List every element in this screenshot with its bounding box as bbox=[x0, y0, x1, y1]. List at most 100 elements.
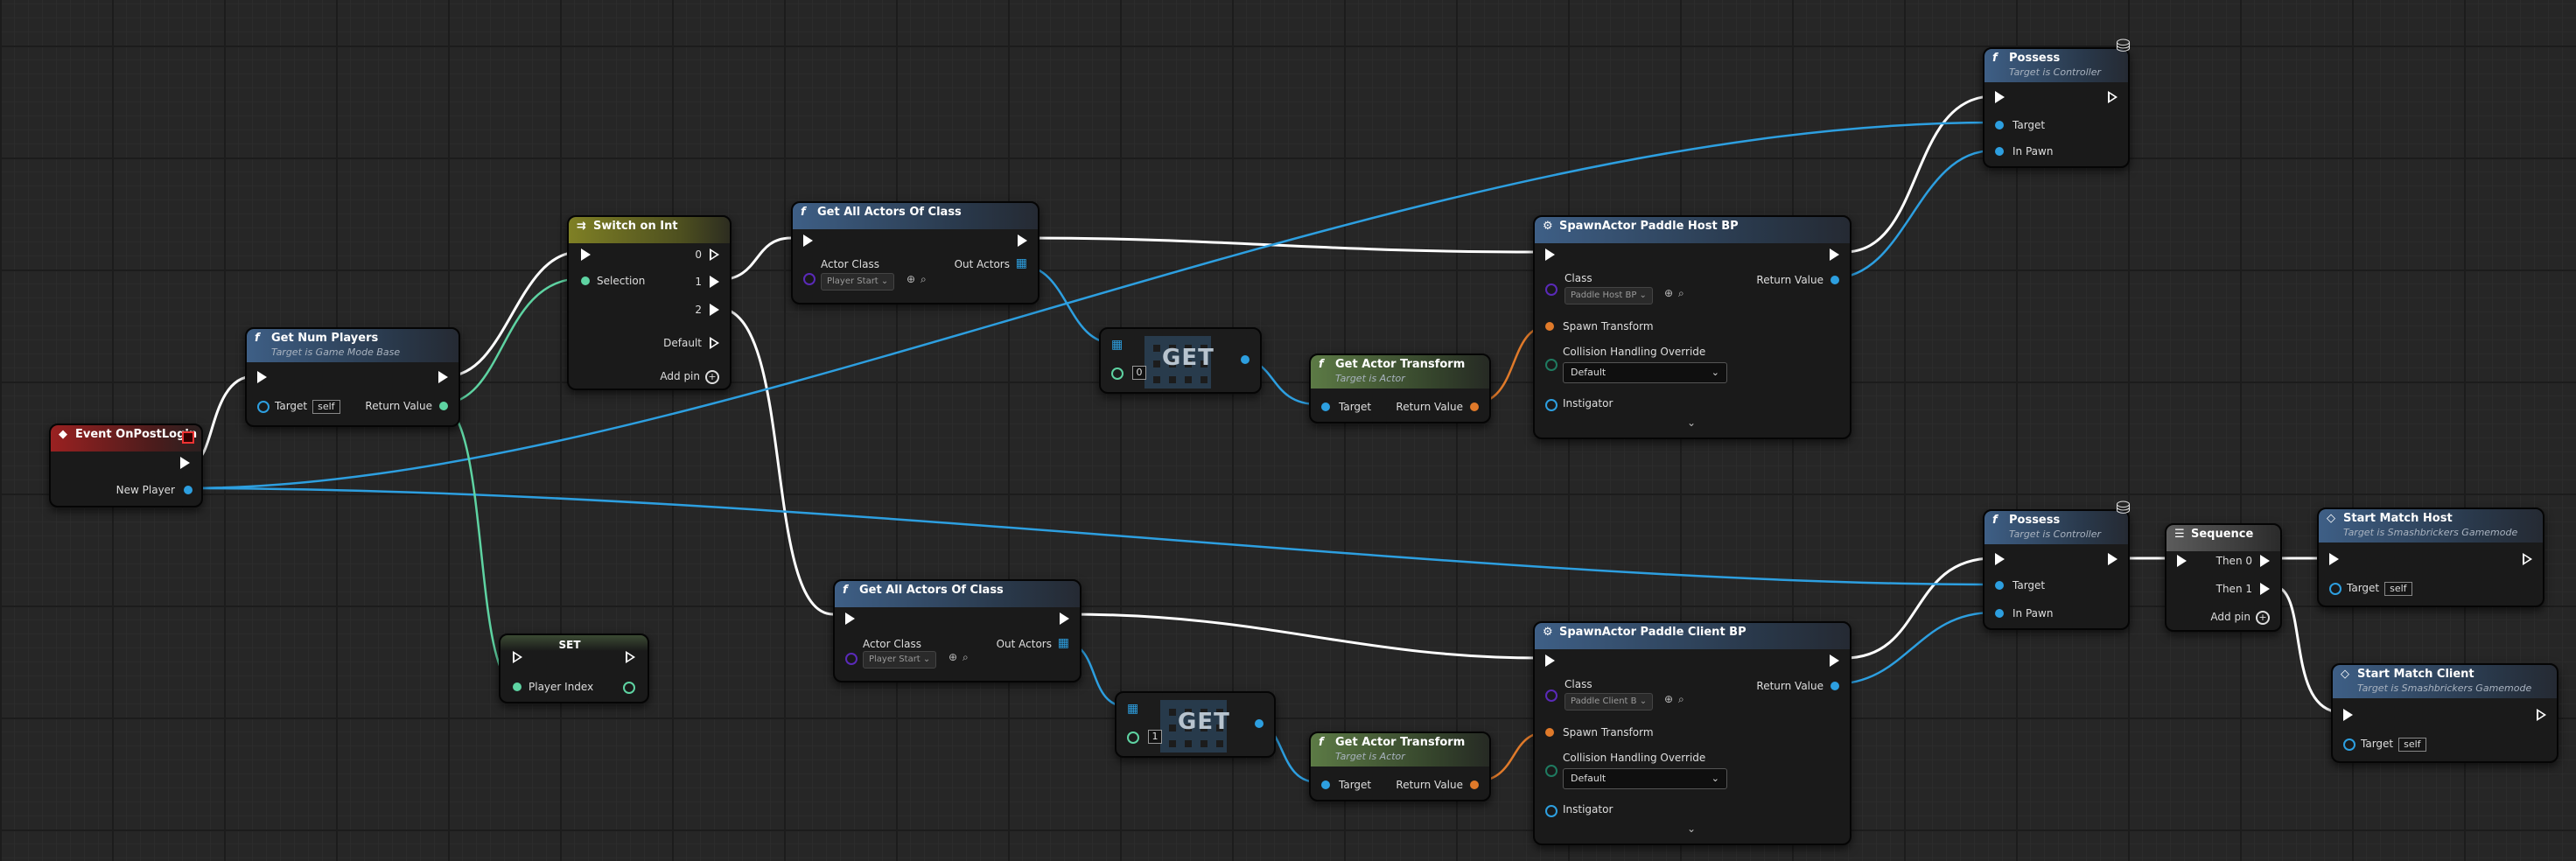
self-box[interactable]: self bbox=[312, 400, 340, 414]
array-pin-icon[interactable]: ▦ bbox=[1127, 702, 1138, 716]
get-actor-transform-node-2[interactable]: f Get Actor Transform Target is Actor Ta… bbox=[1309, 732, 1491, 802]
exec-out-pin[interactable] bbox=[180, 457, 190, 469]
actor-class-pin[interactable] bbox=[803, 273, 816, 285]
node-header[interactable]: ◆ Event OnPostLogin bbox=[51, 425, 201, 452]
node-header[interactable]: f Get All Actors Of Class bbox=[835, 581, 1080, 607]
node-header[interactable]: ◇ Start Match Client Target is Smashbric… bbox=[2333, 665, 2557, 698]
node-header[interactable]: SET bbox=[500, 635, 648, 651]
player-index-in-pin[interactable] bbox=[513, 682, 522, 691]
actor-class-dropdown[interactable]: Player Start ⌄ bbox=[863, 651, 937, 668]
browse-icon[interactable]: ⊕ bbox=[1664, 693, 1673, 705]
delegate-pin-icon[interactable] bbox=[182, 431, 194, 444]
target-pin[interactable] bbox=[1321, 780, 1330, 789]
target-pin[interactable] bbox=[2343, 738, 2356, 751]
search-icon[interactable]: ⌕ bbox=[1678, 693, 1684, 706]
exec-out-pin[interactable] bbox=[2108, 91, 2118, 103]
index-field[interactable]: 1 bbox=[1148, 730, 1162, 744]
add-pin-icon[interactable]: + bbox=[2256, 611, 2270, 625]
array-get-node-2[interactable]: GET ▦ 1 bbox=[1115, 691, 1276, 758]
return-value-pin[interactable] bbox=[439, 402, 448, 410]
target-pin[interactable] bbox=[1995, 121, 2004, 130]
return-value-pin[interactable] bbox=[1470, 780, 1479, 789]
return-value-pin[interactable] bbox=[1830, 682, 1839, 690]
instigator-pin[interactable] bbox=[1545, 805, 1558, 817]
exec-in-pin[interactable] bbox=[2343, 709, 2353, 721]
switch-on-int-node[interactable]: ⇉ Switch on Int 0 Selection 1 2 Default … bbox=[567, 215, 732, 390]
collision-pin[interactable] bbox=[1545, 765, 1558, 777]
exec-in-pin[interactable] bbox=[803, 234, 813, 247]
default-pin[interactable] bbox=[710, 337, 719, 349]
case-2-pin[interactable] bbox=[710, 304, 719, 316]
spawn-actor-paddle-client-node[interactable]: ⚙ SpawnActor Paddle Client BP Class Padd… bbox=[1533, 621, 1852, 845]
node-header[interactable]: ☰ Sequence bbox=[2166, 525, 2280, 551]
spawn-transform-pin[interactable] bbox=[1545, 322, 1554, 331]
possess-node-1[interactable]: f Possess Target is Controller Target In… bbox=[1983, 47, 2130, 168]
get-actor-transform-node-1[interactable]: f Get Actor Transform Target is Actor Ta… bbox=[1309, 354, 1491, 424]
spawn-transform-pin[interactable] bbox=[1545, 728, 1554, 737]
exec-in-pin[interactable] bbox=[2329, 553, 2339, 565]
sequence-node[interactable]: ☰ Sequence Then 0 Then 1 Add pin + bbox=[2165, 523, 2282, 632]
exec-in-pin[interactable] bbox=[1995, 91, 2005, 103]
class-dropdown[interactable]: Paddle Client B ⌄ bbox=[1564, 693, 1654, 710]
exec-in-pin[interactable] bbox=[845, 612, 855, 625]
in-pawn-pin[interactable] bbox=[1995, 147, 2004, 156]
array-get-node-1[interactable]: GET ▦ 0 bbox=[1099, 327, 1262, 394]
collision-pin[interactable] bbox=[1545, 359, 1558, 371]
node-header[interactable]: f Get All Actors Of Class bbox=[793, 203, 1038, 229]
in-pawn-pin[interactable] bbox=[1995, 609, 2004, 618]
set-player-index-node[interactable]: SET Player Index bbox=[499, 634, 649, 704]
case-0-pin[interactable] bbox=[710, 248, 719, 261]
player-index-out-pin[interactable] bbox=[623, 682, 635, 694]
node-header[interactable]: f Get Actor Transform Target is Actor bbox=[1311, 733, 1489, 766]
browse-icon[interactable]: ⊕ bbox=[948, 651, 957, 663]
index-pin[interactable] bbox=[1127, 732, 1139, 744]
add-pin-label[interactable]: Add pin bbox=[660, 369, 700, 383]
exec-in-pin[interactable] bbox=[2177, 555, 2187, 567]
exec-in-pin[interactable] bbox=[1995, 553, 2005, 565]
then-1-pin[interactable] bbox=[2260, 583, 2270, 595]
exec-out-pin[interactable] bbox=[2523, 553, 2532, 565]
target-pin[interactable] bbox=[1995, 581, 2004, 590]
self-box[interactable]: self bbox=[2384, 582, 2412, 596]
node-header[interactable]: ⇉ Switch on Int bbox=[569, 217, 730, 243]
selection-pin[interactable] bbox=[581, 276, 590, 285]
case-1-pin[interactable] bbox=[710, 276, 719, 288]
exec-in-pin[interactable] bbox=[257, 371, 267, 383]
return-value-pin[interactable] bbox=[1470, 402, 1479, 411]
node-header[interactable]: f Possess Target is Controller bbox=[1984, 49, 2128, 82]
array-pin-icon[interactable]: ▦ bbox=[1058, 636, 1069, 650]
exec-out-pin[interactable] bbox=[1830, 248, 1839, 261]
self-box[interactable]: self bbox=[2398, 738, 2426, 752]
blueprint-graph-canvas[interactable] bbox=[0, 0, 2576, 861]
then-0-pin[interactable] bbox=[2260, 555, 2270, 567]
instigator-pin[interactable] bbox=[1545, 399, 1558, 411]
new-player-pin[interactable] bbox=[184, 486, 192, 494]
get-output-pin[interactable] bbox=[1241, 355, 1250, 364]
exec-in-pin[interactable] bbox=[513, 651, 522, 663]
add-pin-icon[interactable]: + bbox=[705, 370, 719, 384]
target-pin[interactable] bbox=[257, 401, 270, 413]
exec-out-pin[interactable] bbox=[1060, 612, 1069, 625]
index-field[interactable]: 0 bbox=[1132, 366, 1146, 380]
target-pin[interactable] bbox=[1321, 402, 1330, 411]
get-output-pin[interactable] bbox=[1255, 719, 1264, 728]
exec-out-pin[interactable] bbox=[438, 371, 448, 383]
exec-out-pin[interactable] bbox=[1830, 654, 1839, 667]
search-icon[interactable]: ⌕ bbox=[920, 273, 927, 286]
add-pin-label[interactable]: Add pin bbox=[2210, 610, 2250, 624]
start-match-host-node[interactable]: ◇ Start Match Host Target is Smashbricke… bbox=[2317, 508, 2544, 607]
node-header[interactable]: ◇ Start Match Host Target is Smashbricke… bbox=[2319, 509, 2543, 542]
browse-icon[interactable]: ⊕ bbox=[906, 273, 915, 285]
target-pin[interactable] bbox=[2329, 583, 2342, 595]
node-header[interactable]: f Get Num Players Target is Game Mode Ba… bbox=[247, 329, 458, 362]
node-header[interactable]: f Possess Target is Controller bbox=[1984, 511, 2128, 544]
collision-dropdown[interactable]: Default ⌄ bbox=[1563, 362, 1727, 383]
exec-out-pin[interactable] bbox=[2537, 709, 2546, 721]
exec-out-pin[interactable] bbox=[626, 651, 635, 663]
node-header[interactable]: ⚙ SpawnActor Paddle Host BP bbox=[1535, 217, 1850, 243]
class-dropdown[interactable]: Paddle Host BP ⌄ bbox=[1564, 287, 1653, 304]
spawn-actor-paddle-host-node[interactable]: ⚙ SpawnActor Paddle Host BP Class Paddle… bbox=[1533, 215, 1852, 439]
return-value-pin[interactable] bbox=[1830, 276, 1839, 284]
start-match-client-node[interactable]: ◇ Start Match Client Target is Smashbric… bbox=[2331, 663, 2558, 763]
exec-in-pin[interactable] bbox=[1545, 654, 1555, 667]
